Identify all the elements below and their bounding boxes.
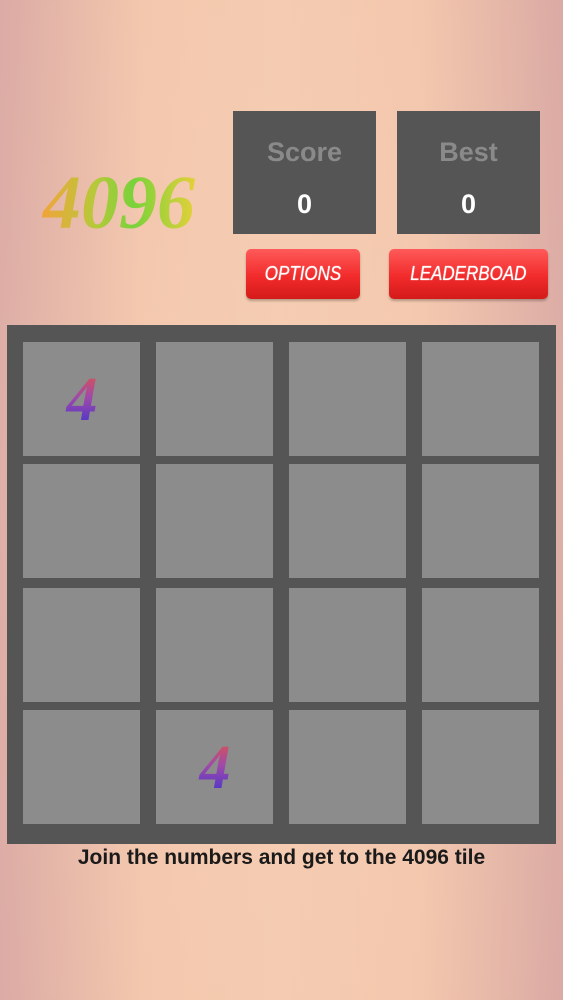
tile-value: 4 [198, 734, 230, 802]
board-tile [23, 464, 140, 578]
best-value: 0 [460, 189, 477, 219]
best-box: Best 0 [397, 111, 540, 234]
tile-value: 4 [65, 366, 97, 434]
logo-text: 4096 [41, 161, 195, 240]
board-tile [156, 588, 273, 702]
board-tile [422, 588, 539, 702]
score-box: Score 0 [233, 111, 376, 234]
board-tile: 4 [23, 342, 140, 456]
board-tile [422, 464, 539, 578]
game-board[interactable]: 44 [7, 325, 556, 844]
score-value: 0 [296, 189, 313, 219]
tile-number: 4 [65, 366, 97, 434]
board-tile [289, 710, 406, 824]
tile-number: 4 [198, 734, 230, 802]
board-tile: 4 [156, 710, 273, 824]
leaderboard-button[interactable]: LEADERBOAD [389, 249, 548, 299]
board-tile [289, 464, 406, 578]
game-logo: 4096 [34, 160, 204, 240]
board-tile [156, 342, 273, 456]
board-tile [23, 710, 140, 824]
board-tile [23, 588, 140, 702]
board-tile [422, 342, 539, 456]
best-label: Best [439, 137, 498, 167]
board-tile [289, 342, 406, 456]
options-button[interactable]: OPTIONS [246, 249, 360, 299]
logo-graphic: 4096 [41, 161, 195, 240]
instruction-text: Join the numbers and get to the 4096 til… [77, 846, 486, 869]
board-tile [156, 464, 273, 578]
leaderboard-button-label: LEADERBOAD [410, 262, 527, 285]
board-tile [422, 710, 539, 824]
score-label: Score [266, 137, 343, 167]
options-button-label: OPTIONS [264, 262, 342, 285]
board-tile [289, 588, 406, 702]
